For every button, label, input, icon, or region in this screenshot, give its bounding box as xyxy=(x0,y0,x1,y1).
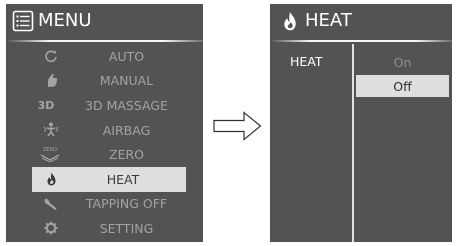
menu-item-label: AIRBAG xyxy=(102,122,151,138)
menu-item-label: AUTO xyxy=(108,48,145,64)
menu-screen: MENU AUTO MANUAL 3D 3D MASSAGE AIRBAG ZE… xyxy=(6,4,203,242)
menu-item-label: HEAT xyxy=(106,171,140,187)
auto-cycle-icon xyxy=(42,47,60,65)
heat-title: HEAT xyxy=(305,10,352,31)
menu-item-heat[interactable]: HEAT xyxy=(32,166,186,192)
menu-item-manual[interactable]: MANUAL xyxy=(6,69,203,94)
menu-header: MENU xyxy=(6,4,203,37)
heat-header: HEAT xyxy=(270,4,452,37)
heat-option-on[interactable]: On xyxy=(356,52,449,73)
heat-option-off[interactable]: Off xyxy=(356,75,449,97)
hand-icon xyxy=(42,72,60,90)
gear-icon xyxy=(42,219,60,237)
arrow-right-icon xyxy=(213,111,262,141)
airbag-person-icon xyxy=(42,121,60,139)
menu-item-3d-massage[interactable]: 3D 3D MASSAGE xyxy=(6,93,203,118)
menu-item-tapping-off[interactable]: TAPPING OFF xyxy=(6,192,203,217)
menu-item-label: 3D MASSAGE xyxy=(85,97,168,113)
flame-icon xyxy=(42,170,60,188)
menu-item-label: MANUAL xyxy=(99,73,154,89)
3d-icon: 3D xyxy=(37,98,55,112)
zero-gravity-icon: ZERO xyxy=(38,145,62,163)
menu-list: AUTO MANUAL 3D 3D MASSAGE AIRBAG ZERO ZE… xyxy=(6,44,203,241)
heat-label-column: HEAT xyxy=(270,44,353,242)
menu-title: MENU xyxy=(38,10,92,31)
header-divider xyxy=(6,40,203,42)
menu-item-auto[interactable]: AUTO xyxy=(6,44,203,69)
heat-label: HEAT xyxy=(290,54,323,69)
flame-icon xyxy=(284,11,296,30)
menu-item-airbag[interactable]: AIRBAG xyxy=(6,118,203,143)
menu-item-label: ZERO xyxy=(109,147,144,163)
menu-item-label: TAPPING OFF xyxy=(85,196,168,212)
menu-item-setting[interactable]: SETTING xyxy=(6,216,203,241)
column-divider xyxy=(352,44,354,242)
menu-item-label: SETTING xyxy=(99,220,154,236)
heat-screen: HEAT HEAT On Off xyxy=(270,4,452,242)
menu-item-zero[interactable]: ZERO ZERO xyxy=(6,142,203,167)
tapping-icon xyxy=(42,195,60,213)
header-divider xyxy=(270,40,452,42)
menu-list-icon xyxy=(12,10,34,31)
heat-options-list: On Off xyxy=(356,52,449,97)
